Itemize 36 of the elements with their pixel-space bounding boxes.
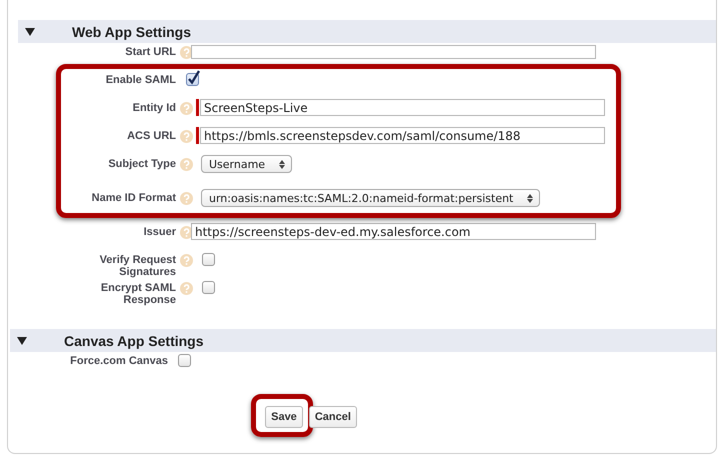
- checkbox[interactable]: [186, 73, 199, 86]
- section-header[interactable]: Canvas App Settings: [10, 329, 716, 352]
- field-label: ACS URL: [127, 129, 176, 142]
- section-title: Canvas App Settings: [64, 332, 204, 348]
- checkbox[interactable]: [178, 354, 191, 367]
- help-icon[interactable]: [180, 158, 193, 171]
- field-label: Verify Request Signatures: [98, 253, 176, 278]
- field-label: Issuer: [144, 225, 176, 238]
- form-button[interactable]: Cancel: [308, 406, 357, 428]
- text-field[interactable]: https://screensteps-dev-ed.my.salesforce.com: [191, 223, 596, 240]
- field-label: Entity Id: [132, 101, 176, 114]
- field-label: Start URL: [125, 45, 176, 58]
- section-header[interactable]: Web App Settings: [18, 20, 716, 43]
- field-label: Force.com Canvas: [70, 354, 168, 367]
- form-button[interactable]: Save: [265, 406, 303, 428]
- collapse-triangle-icon[interactable]: [25, 28, 35, 36]
- text-field[interactable]: [191, 45, 596, 59]
- field-label: Subject Type: [108, 157, 176, 170]
- help-icon[interactable]: [180, 282, 193, 295]
- text-field[interactable]: ScreenSteps-Live: [200, 99, 605, 116]
- help-icon[interactable]: [180, 192, 193, 205]
- checkbox[interactable]: [202, 281, 215, 294]
- field-label: Encrypt SAML Response: [100, 281, 176, 306]
- help-icon[interactable]: [180, 130, 193, 143]
- stepper-icon: [527, 194, 534, 202]
- text-field[interactable]: https://bmls.screenstepsdev.com/saml/consume/188: [200, 127, 605, 144]
- checkbox[interactable]: [202, 253, 215, 266]
- dropdown[interactable]: urn:oasis:names:tc:SAML:2.0:nameid-format:persistent: [201, 189, 540, 207]
- collapse-triangle-icon[interactable]: [17, 336, 27, 344]
- section-title: Web App Settings: [72, 24, 191, 40]
- field-label: Enable SAML: [106, 73, 176, 86]
- field-label: Name ID Format: [92, 191, 176, 204]
- help-icon[interactable]: [180, 254, 193, 267]
- dropdown[interactable]: Username: [201, 155, 292, 173]
- stepper-icon: [279, 160, 286, 168]
- help-icon[interactable]: [180, 102, 193, 115]
